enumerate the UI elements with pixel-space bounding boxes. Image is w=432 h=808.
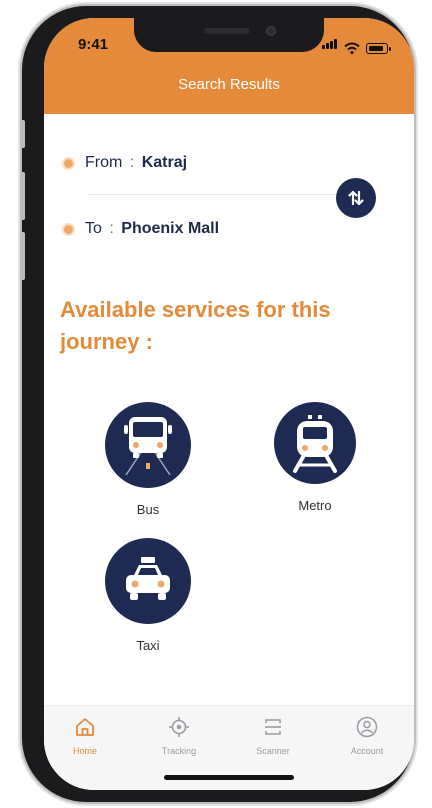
signal-icon <box>322 36 338 54</box>
service-metro[interactable]: Metro <box>272 402 358 513</box>
volume-down-button <box>21 232 25 280</box>
service-taxi[interactable]: Taxi <box>98 538 198 653</box>
bottom-tab-bar: Home Tracking Scanner Account <box>44 705 414 790</box>
swap-vertical-icon <box>348 190 364 206</box>
tab-home-label: Home <box>72 746 97 756</box>
service-bus[interactable]: Bus <box>98 402 198 517</box>
front-camera <box>266 26 276 36</box>
bus-icon-circle <box>105 402 191 488</box>
from-value: Katraj <box>141 154 188 171</box>
status-time: 9:41 <box>78 36 109 53</box>
home-icon <box>76 718 94 736</box>
wifi-icon <box>344 42 360 54</box>
swap-route-button[interactable] <box>336 178 376 218</box>
tab-account-label: Account <box>350 746 384 756</box>
tab-tracking[interactable]: Tracking <box>141 716 217 756</box>
account-icon <box>356 716 378 738</box>
tab-account[interactable]: Account <box>329 716 405 756</box>
earpiece-speaker <box>204 28 250 34</box>
tracking-icon <box>169 717 189 737</box>
route-divider <box>88 194 338 195</box>
destination-dot-icon <box>62 222 75 236</box>
volume-up-button <box>21 172 25 220</box>
taxi-icon-circle <box>105 538 191 624</box>
service-metro-label: Metro <box>298 498 332 513</box>
to-row[interactable]: To : Phoenix Mall <box>62 220 219 238</box>
app-screen: 9:41 Search Results From : Katraj To: P… <box>44 18 414 790</box>
mute-switch <box>21 120 25 148</box>
tab-tracking-label: Tracking <box>161 746 197 756</box>
notch <box>134 18 324 52</box>
service-bus-label: Bus <box>136 502 160 517</box>
scanner-icon <box>265 719 281 735</box>
origin-dot-icon <box>62 156 75 170</box>
tab-scanner-label: Scanner <box>256 746 290 756</box>
from-label: From <box>85 154 123 171</box>
services-heading: Available services for this journey : <box>60 297 331 354</box>
taxi-icon <box>126 557 170 600</box>
status-icons <box>322 36 391 54</box>
service-taxi-label: Taxi <box>136 638 160 653</box>
from-separator: : <box>129 154 135 171</box>
battery-icon <box>366 43 391 54</box>
metro-icon-circle <box>274 402 356 484</box>
to-label: To <box>85 220 102 237</box>
home-indicator[interactable] <box>164 775 294 780</box>
to-separator: : <box>109 220 114 237</box>
from-row[interactable]: From : Katraj <box>62 154 187 172</box>
metro-icon <box>293 415 337 473</box>
tab-home[interactable]: Home <box>47 716 123 756</box>
app-header: 9:41 Search Results <box>44 18 414 114</box>
bus-icon <box>124 417 172 475</box>
to-value: Phoenix Mall <box>121 220 220 237</box>
page-title: Search Results <box>178 76 280 93</box>
tab-scanner[interactable]: Scanner <box>235 716 311 756</box>
